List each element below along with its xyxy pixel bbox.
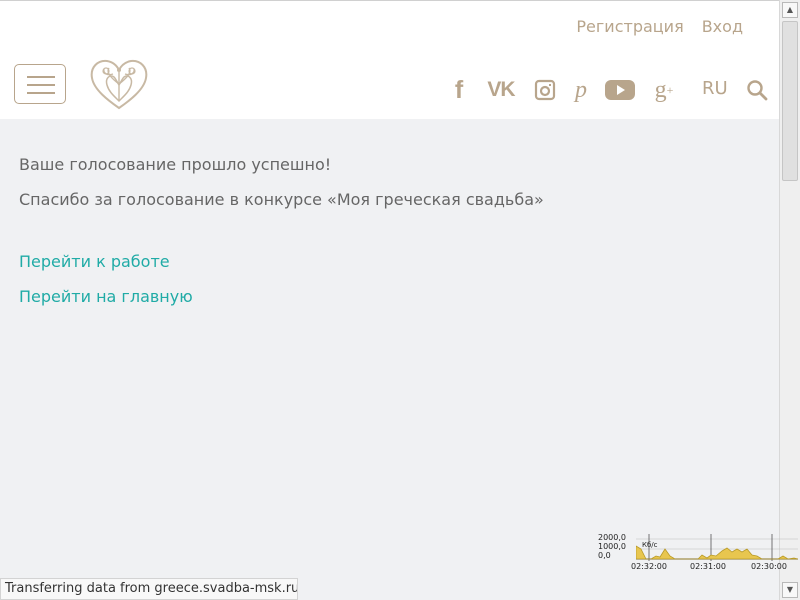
menu-button[interactable] <box>14 64 66 104</box>
instagram-icon-shape <box>534 79 556 101</box>
registration-link[interactable]: Регистрация <box>576 17 683 36</box>
search-icon[interactable] <box>745 76 769 104</box>
vk-icon[interactable]: VK <box>481 76 521 104</box>
facebook-icon[interactable]: f <box>449 76 469 104</box>
vertical-scrollbar[interactable]: ▲ ▼ <box>779 0 800 600</box>
go-to-work-link[interactable]: Перейти к работе <box>19 250 170 274</box>
scroll-up-arrow-icon[interactable]: ▲ <box>782 2 798 18</box>
search-icon-shape <box>747 80 768 101</box>
pinterest-icon[interactable]: p <box>570 76 592 104</box>
speed-y-label: 1000,0 <box>598 542 626 551</box>
speed-time-label: 02:31:00 <box>690 562 726 571</box>
speed-graph-area <box>636 545 798 560</box>
scroll-down-arrow-icon[interactable]: ▼ <box>782 582 798 598</box>
scrollbar-thumb[interactable] <box>782 21 798 181</box>
account-links: Регистрация Вход <box>576 17 743 36</box>
google-plus-icon[interactable]: g + <box>650 76 678 104</box>
login-link[interactable]: Вход <box>702 17 743 36</box>
ornamental-heart-logo[interactable] <box>89 58 149 110</box>
vote-thanks-message: Спасибо за голосование в конкурсе «Моя г… <box>19 190 544 209</box>
network-speed-graph <box>636 534 798 561</box>
youtube-icon[interactable] <box>604 76 636 104</box>
speed-y-label: 2000,0 <box>598 533 626 542</box>
language-selector[interactable]: RU <box>702 78 730 99</box>
browser-viewport: Регистрация Вход f VK p g + RU Ваше голо… <box>0 0 800 600</box>
hamburger-menu-icon <box>27 76 55 78</box>
youtube-icon-shape <box>605 80 635 100</box>
site-header: Регистрация Вход f VK p g + RU <box>0 0 779 119</box>
vote-result-content: Ваше голосование прошло успешно! Спасибо… <box>19 151 739 331</box>
network-speed-widget: 2000,0 1000,0 0,0 Кб/с 02:32:00 02:31:00… <box>598 531 800 574</box>
social-links: f VK p g + RU <box>449 76 772 104</box>
hamburger-menu-icon <box>27 84 55 86</box>
browser-status-bar: Transferring data from greece.svadba-msk… <box>0 578 298 600</box>
ornamental-heart-logo-icon <box>90 59 148 110</box>
speed-time-label: 02:30:00 <box>751 562 787 571</box>
vote-success-message: Ваше голосование прошло успешно! <box>19 155 332 174</box>
go-home-link[interactable]: Перейти на главную <box>19 285 193 309</box>
speed-time-label: 02:32:00 <box>631 562 667 571</box>
instagram-icon[interactable] <box>533 76 557 104</box>
speed-y-label: 0,0 <box>598 551 611 560</box>
web-page: Регистрация Вход f VK p g + RU Ваше голо… <box>0 0 779 600</box>
hamburger-menu-icon <box>27 92 55 94</box>
